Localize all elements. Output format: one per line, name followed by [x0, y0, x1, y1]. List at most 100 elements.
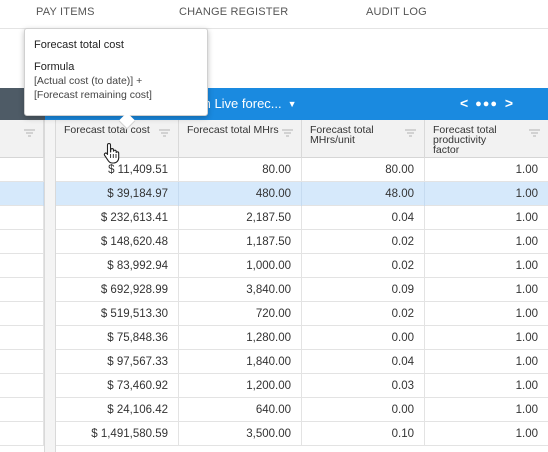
table-row[interactable]: $ 75,848.36 1,280.00 0.00 1.00: [0, 326, 548, 350]
table-row[interactable]: $ 97,567.33 1,840.00 0.04 1.00: [0, 350, 548, 374]
table-row[interactable]: $ 11,409.51 80.00 80.00 1.00: [0, 158, 548, 182]
cell-forecast-total-productivity-factor[interactable]: 1.00: [425, 254, 548, 278]
col-header-forecast-total-mhrs[interactable]: Forecast total MHrs: [179, 120, 302, 158]
cell-forecast-total-cost[interactable]: $ 519,513.30: [56, 302, 179, 326]
col-header-forecast-total-mhrs-unit[interactable]: Forecast total MHrs/unit: [302, 120, 425, 158]
frozen-column-header: [0, 120, 44, 158]
cell-forecast-total-cost[interactable]: $ 1,491,580.59: [56, 422, 179, 446]
cell-forecast-total-mhrs-unit[interactable]: 0.02: [302, 302, 425, 326]
tooltip-formula-label: Formula: [34, 61, 75, 73]
table-row[interactable]: $ 24,106.42 640.00 0.00 1.00: [0, 398, 548, 422]
hand-pointer-cursor-icon: [103, 142, 120, 164]
filter-icon[interactable]: [282, 129, 293, 137]
cell-forecast-total-cost[interactable]: $ 75,848.36: [56, 326, 179, 350]
frozen-cell[interactable]: [0, 398, 44, 422]
pager-prev-button[interactable]: <: [460, 95, 468, 111]
nav-pay-items[interactable]: PAY ITEMS: [36, 6, 95, 18]
cell-forecast-total-mhrs[interactable]: 1,000.00: [179, 254, 302, 278]
frozen-cell[interactable]: [0, 254, 44, 278]
cell-forecast-total-mhrs-unit[interactable]: 80.00: [302, 158, 425, 182]
grid-header: Forecast total cost Forecast total MHrs …: [0, 120, 548, 158]
top-navigation: PAY ITEMS CHANGE REGISTER AUDIT LOG: [0, 0, 548, 28]
cell-forecast-total-productivity-factor[interactable]: 1.00: [425, 422, 548, 446]
cell-forecast-total-mhrs[interactable]: 1,187.50: [179, 230, 302, 254]
cell-forecast-total-cost[interactable]: $ 148,620.48: [56, 230, 179, 254]
cell-forecast-total-productivity-factor[interactable]: 1.00: [425, 302, 548, 326]
frozen-cell[interactable]: [0, 422, 44, 446]
cell-forecast-total-mhrs-unit[interactable]: 48.00: [302, 182, 425, 206]
table-row[interactable]: $ 1,491,580.59 3,500.00 0.10 1.00: [0, 422, 548, 446]
cell-forecast-total-cost[interactable]: $ 83,992.94: [56, 254, 179, 278]
col-header-forecast-total-productivity-factor[interactable]: Forecast total productivity factor: [425, 120, 548, 158]
col-header-label: Forecast total cost: [64, 124, 150, 136]
table-row[interactable]: $ 148,620.48 1,187.50 0.02 1.00: [0, 230, 548, 254]
cell-forecast-total-mhrs-unit[interactable]: 0.02: [302, 230, 425, 254]
cell-forecast-total-mhrs-unit[interactable]: 0.00: [302, 326, 425, 350]
frozen-cell[interactable]: [0, 374, 44, 398]
view-selector-label: m Live forec...: [200, 96, 282, 111]
cell-forecast-total-productivity-factor[interactable]: 1.00: [425, 398, 548, 422]
frozen-cell[interactable]: [0, 278, 44, 302]
cell-forecast-total-mhrs[interactable]: 1,840.00: [179, 350, 302, 374]
table-row[interactable]: $ 83,992.94 1,000.00 0.02 1.00: [0, 254, 548, 278]
frozen-cell[interactable]: [0, 302, 44, 326]
tooltip-formula-line: [Forecast remaining cost]: [34, 89, 152, 101]
cell-forecast-total-productivity-factor[interactable]: 1.00: [425, 182, 548, 206]
cell-forecast-total-productivity-factor[interactable]: 1.00: [425, 278, 548, 302]
cell-forecast-total-mhrs[interactable]: 3,840.00: [179, 278, 302, 302]
cell-forecast-total-cost[interactable]: $ 97,567.33: [56, 350, 179, 374]
frozen-column-splitter[interactable]: [44, 120, 56, 452]
table-row[interactable]: $ 232,613.41 2,187.50 0.04 1.00: [0, 206, 548, 230]
frozen-cell[interactable]: [0, 206, 44, 230]
table-row[interactable]: $ 73,460.92 1,200.00 0.03 1.00: [0, 374, 548, 398]
table-row[interactable]: $ 692,928.99 3,840.00 0.09 1.00: [0, 278, 548, 302]
frozen-cell[interactable]: [0, 230, 44, 254]
cell-forecast-total-productivity-factor[interactable]: 1.00: [425, 326, 548, 350]
frozen-cell[interactable]: [0, 182, 44, 206]
nav-audit-log[interactable]: AUDIT LOG: [366, 6, 427, 18]
table-row[interactable]: $ 39,184.97 480.00 48.00 1.00: [0, 182, 548, 206]
cell-forecast-total-mhrs-unit[interactable]: 0.04: [302, 206, 425, 230]
column-pager: < ●●● >: [460, 95, 513, 111]
cell-forecast-total-mhrs[interactable]: 480.00: [179, 182, 302, 206]
frozen-cell[interactable]: [0, 350, 44, 374]
cell-forecast-total-mhrs[interactable]: 2,187.50: [179, 206, 302, 230]
cell-forecast-total-cost[interactable]: $ 39,184.97: [56, 182, 179, 206]
cell-forecast-total-mhrs[interactable]: 720.00: [179, 302, 302, 326]
col-header-label: Forecast total MHrs/unit: [310, 124, 374, 146]
cell-forecast-total-mhrs-unit[interactable]: 0.10: [302, 422, 425, 446]
cell-forecast-total-mhrs-unit[interactable]: 0.00: [302, 398, 425, 422]
cell-forecast-total-productivity-factor[interactable]: 1.00: [425, 158, 548, 182]
pager-next-button[interactable]: >: [505, 95, 513, 111]
nav-change-register[interactable]: CHANGE REGISTER: [179, 6, 288, 18]
cell-forecast-total-mhrs-unit[interactable]: 0.03: [302, 374, 425, 398]
cell-forecast-total-mhrs[interactable]: 1,280.00: [179, 326, 302, 350]
pager-dots-icon: ●●●: [475, 98, 499, 110]
cell-forecast-total-mhrs-unit[interactable]: 0.02: [302, 254, 425, 278]
cell-forecast-total-productivity-factor[interactable]: 1.00: [425, 350, 548, 374]
filter-icon[interactable]: [405, 129, 416, 137]
cell-forecast-total-cost[interactable]: $ 24,106.42: [56, 398, 179, 422]
cell-forecast-total-productivity-factor[interactable]: 1.00: [425, 230, 548, 254]
filter-icon[interactable]: [24, 129, 35, 137]
cell-forecast-total-mhrs-unit[interactable]: 0.09: [302, 278, 425, 302]
cell-forecast-total-cost[interactable]: $ 73,460.92: [56, 374, 179, 398]
col-header-label: Forecast total MHrs: [187, 124, 279, 136]
filter-icon[interactable]: [159, 129, 170, 137]
table-row[interactable]: $ 519,513.30 720.00 0.02 1.00: [0, 302, 548, 326]
chevron-down-icon: ▼: [287, 99, 297, 109]
cell-forecast-total-mhrs[interactable]: 80.00: [179, 158, 302, 182]
frozen-cell[interactable]: [0, 158, 44, 182]
cell-forecast-total-mhrs[interactable]: 1,200.00: [179, 374, 302, 398]
col-header-label: Forecast total productivity factor: [433, 124, 497, 156]
cell-forecast-total-productivity-factor[interactable]: 1.00: [425, 374, 548, 398]
view-selector[interactable]: m Live forec... ▼: [200, 96, 297, 111]
frozen-cell[interactable]: [0, 326, 44, 350]
cell-forecast-total-productivity-factor[interactable]: 1.00: [425, 206, 548, 230]
cell-forecast-total-mhrs[interactable]: 640.00: [179, 398, 302, 422]
cell-forecast-total-mhrs[interactable]: 3,500.00: [179, 422, 302, 446]
cell-forecast-total-cost[interactable]: $ 232,613.41: [56, 206, 179, 230]
cell-forecast-total-mhrs-unit[interactable]: 0.04: [302, 350, 425, 374]
cell-forecast-total-cost[interactable]: $ 692,928.99: [56, 278, 179, 302]
filter-icon[interactable]: [529, 129, 540, 137]
